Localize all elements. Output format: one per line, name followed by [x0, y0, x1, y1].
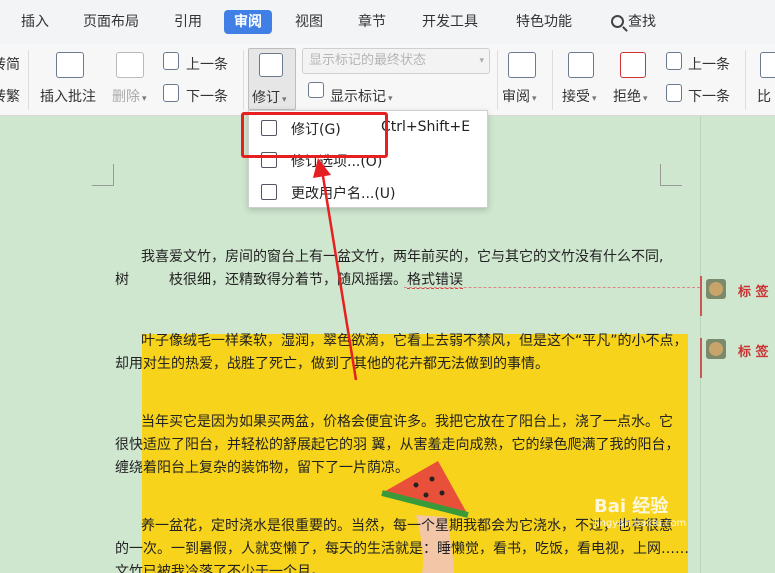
accept-button[interactable]: 接受 ▾ [562, 86, 597, 106]
tab-review[interactable]: 审阅 [224, 10, 272, 34]
reject-icon [620, 52, 646, 78]
track-changes-label: 修订 ▾ [252, 90, 287, 106]
tab-developer[interactable]: 开发工具 [422, 10, 478, 34]
previous-comment-button[interactable]: 上一条 [186, 54, 228, 74]
next-change-button[interactable]: 下一条 [688, 86, 730, 106]
comment-avatar-2[interactable] [706, 339, 726, 359]
track-changes-icon [259, 53, 283, 77]
paragraph-3-line-2: 很快适应了阳台，并轻松的舒展起它的羽 翼，从害羞走向成熟，它的绿色爬满了我的阳台… [115, 437, 680, 453]
ribbon-tab-bar: 插入 页面布局 引用 审阅 视图 章节 开发工具 特色功能 查找 [0, 0, 775, 44]
comment-label-1[interactable]: 标 签 [738, 281, 769, 300]
insert-comment-button[interactable]: 插入批注 [40, 86, 96, 106]
shortcut-label: Ctrl+Shift+E [381, 119, 471, 135]
compare-icon [760, 52, 775, 78]
menu-item-change-username[interactable]: 更改用户名...(U) [249, 177, 487, 207]
simplified-chinese-button[interactable]: 转简 [0, 54, 20, 74]
comment-avatar-1[interactable] [706, 279, 726, 299]
show-markup-icon [308, 82, 324, 98]
traditional-chinese-button[interactable]: 转繁 [0, 86, 20, 106]
tab-references[interactable]: 引用 [174, 10, 202, 34]
insert-comment-icon [56, 52, 84, 78]
paragraph-2-line-1: 叶子像绒毛一样柔软，湿润，翠色欲滴，它看上去弱不禁风，但是这个“平凡”的小不点， [141, 333, 688, 349]
review-pane-icon [508, 52, 536, 78]
comment-connector-1 [404, 287, 700, 288]
next-change-icon [666, 84, 682, 102]
comment-label-2[interactable]: 标 签 [738, 341, 769, 360]
search-tab-label: 查找 [628, 14, 656, 30]
paragraph-1-line-2: 树枝很细，还精致得分着节，随风摇摆。格式错误 [115, 272, 463, 289]
paragraph-4-line-2: 的一次。一到暑假，人就变懒了，每天的生活就是：睡懒觉，看书，吃饭，看电视，上网…… [115, 541, 689, 557]
next-comment-button[interactable]: 下一条 [186, 86, 228, 106]
delete-comment-button[interactable]: 删除 ▾ [112, 86, 147, 106]
tab-special-features[interactable]: 特色功能 [516, 10, 572, 34]
paragraph-1: 我喜爱文竹，房间的窗台上有一盆文竹，两年前买的，它与其它的文竹没有什么不同, 树… [115, 246, 663, 292]
markup-state-select[interactable]: 显示标记的最终状态 ▾ [302, 48, 490, 74]
review-ribbon: 转简 转繁 插入批注 删除▾ 上一条 下一条 修订▾ 显示标记的最终状态▾ 显示… [0, 44, 775, 116]
compare-button[interactable]: 比 [757, 86, 771, 106]
paragraph-4-line-3: 文竹已被我冷落了不少于一个月。 [115, 564, 325, 573]
baidu-watermark: Bai 经验 jingyan.baidu.com [594, 496, 687, 529]
page-corner-mark-right [660, 164, 682, 186]
paragraph-3-line-1: 当年买它是因为如果买两盆，价格会便宜许多。我把它放在了阳台上，浇了一点水。它 [141, 414, 673, 430]
tab-insert[interactable]: 插入 [21, 10, 49, 34]
tab-view[interactable]: 视图 [295, 10, 323, 34]
previous-comment-icon [163, 52, 179, 70]
tab-chapter[interactable]: 章节 [358, 10, 386, 34]
track-changes-button[interactable]: 修订 ▾ [248, 48, 296, 110]
comment-bar-1 [700, 276, 702, 316]
paragraph-3-line-3: 缠绕着阳台上复杂的装饰物，留下了一片荫凉。 [115, 460, 409, 476]
paragraph-1-line-1: 我喜爱文竹，房间的窗台上有一盆文竹，两年前买的，它与其它的文竹没有什么不同, [141, 249, 664, 265]
highlight-box [241, 112, 388, 158]
previous-change-button[interactable]: 上一条 [688, 54, 730, 74]
next-comment-icon [163, 84, 179, 102]
review-pane-button[interactable]: 审阅 ▾ [502, 86, 537, 106]
reject-button[interactable]: 拒绝 ▾ [613, 86, 648, 106]
accept-icon [568, 52, 594, 78]
search-tab[interactable]: 查找 [611, 10, 656, 34]
search-icon [611, 15, 624, 28]
show-markup-button[interactable]: 显示标记 ▾ [330, 86, 393, 106]
previous-change-icon [666, 52, 682, 70]
user-icon [261, 184, 277, 200]
paragraph-3: 当年买它是因为如果买两盆，价格会便宜许多。我把它放在了阳台上，浇了一点水。它 很… [115, 411, 679, 480]
paragraph-2: 叶子像绒毛一样柔软，湿润，翠色欲滴，它看上去弱不禁风，但是这个“平凡”的小不点，… [115, 330, 688, 376]
paragraph-2-line-2: 却用对生的热爱，战胜了死亡，做到了其他的花卉都无法做到的事情。 [115, 356, 549, 372]
tab-page-layout[interactable]: 页面布局 [83, 10, 139, 34]
page-corner-mark-left [92, 164, 114, 186]
comment-bar-2 [700, 338, 702, 378]
delete-comment-icon [116, 52, 144, 78]
